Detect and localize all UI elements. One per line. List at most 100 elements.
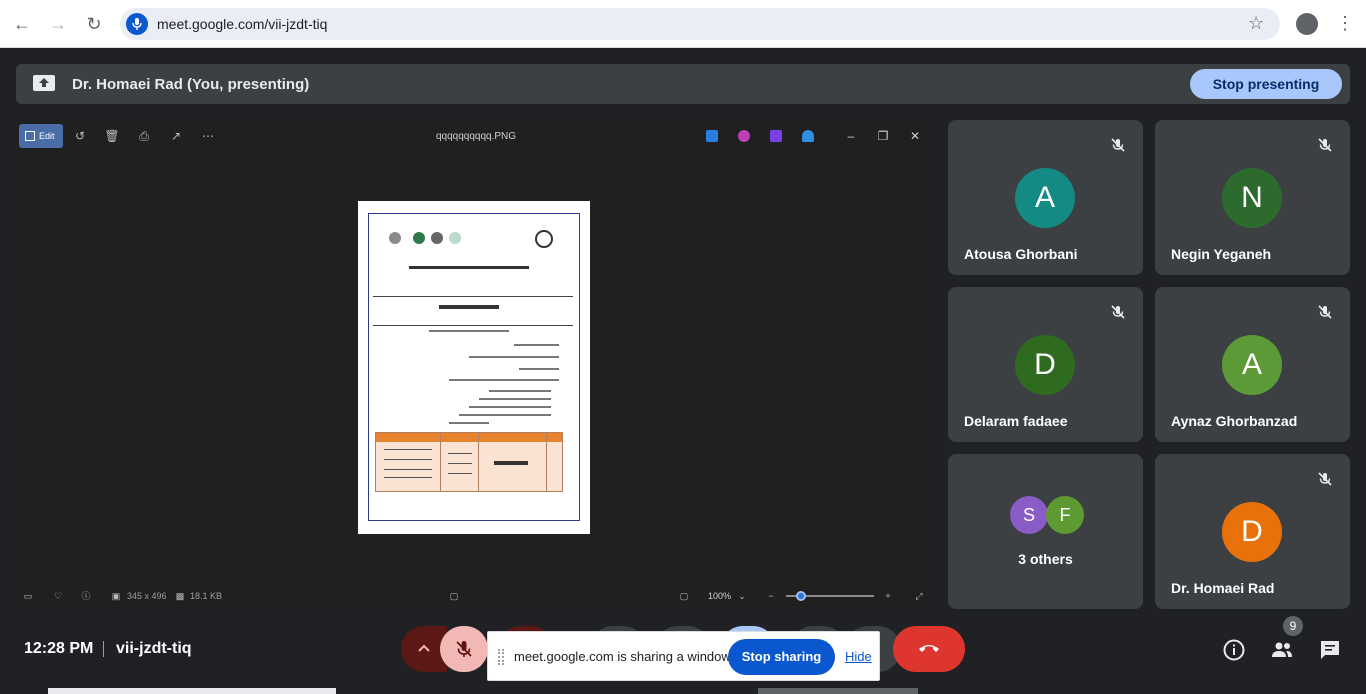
participant-tile[interactable]: D Delaram fadaee [948,287,1143,442]
doc-text-line [514,344,559,346]
photo-app-icon[interactable] [706,130,718,142]
doc-text-line [449,379,559,381]
file-name: qqqqqqqqqq.PNG [435,131,517,142]
url-text[interactable]: meet.google.com/vii-jzdt-tiq [157,16,327,32]
print-icon[interactable]: ⎙ [136,128,152,144]
reload-button[interactable]: ↻ [82,12,106,36]
doc-table-cell [448,473,472,474]
participant-tile-self[interactable]: D Dr. Homaei Rad [1155,454,1350,609]
doc-text-line [519,368,559,370]
participant-avatar: A [1015,168,1075,228]
forward-button[interactable]: → [46,12,70,36]
logo-4 [449,232,461,244]
hang-up-icon [919,645,939,652]
doc-text-line [469,406,551,408]
university-seal [535,230,553,248]
favorite-icon[interactable]: ♡ [52,590,64,602]
people-icon[interactable] [1270,638,1294,662]
profile-avatar-icon[interactable] [1296,13,1318,35]
participant-avatar: D [1222,502,1282,562]
doc-text-line [489,390,551,392]
zoom-slider-thumb[interactable] [796,591,806,601]
mic-off-icon [1105,299,1131,325]
mic-in-use-icon[interactable] [126,13,148,35]
chevron-down-icon[interactable]: ⌄ [736,590,748,602]
divider [103,641,104,657]
image-dimensions: 345 x 496 [127,591,167,601]
participant-avatar: F [1046,496,1084,534]
dimensions-icon: ▣ [111,591,121,601]
drag-handle-icon[interactable] [498,649,504,665]
logo-1 [389,232,401,244]
mic-off-icon [1312,299,1338,325]
clipchamp-icon[interactable] [738,130,750,142]
mic-off-icon [1312,466,1338,492]
select-area-icon[interactable]: ▢ [448,590,460,602]
doc-table-cell [448,463,472,464]
others-tile[interactable]: S F 3 others [948,454,1143,609]
shared-window: Edit ↺ 🗑 ⎙ ↗ ⋯ qqqqqqqqqq.PNG – ❐ ✕ ▭ ♡ … [16,120,932,608]
file-size: 18.1 KB [190,591,223,601]
bookmark-star-icon[interactable]: ☆ [1248,12,1264,34]
doc-table-cell [384,477,432,478]
hide-link[interactable]: Hide [845,649,872,664]
zoom-out-icon[interactable]: − [765,590,777,602]
designer-icon[interactable] [770,130,782,142]
viewer-status-bar: ▭ ♡ ⓘ ▣ 345 x 496 ▩ 18.1 KB ▢ ▢ 100% ⌄ −… [16,584,932,608]
zoom-select[interactable]: 100% [708,591,731,601]
participant-avatar: N [1222,168,1282,228]
meeting-time: 12:28 PM [24,640,94,657]
logo-2 [413,232,425,244]
participant-name: Delaram fadaee [964,413,1068,429]
participant-count-badge: 9 [1283,616,1303,636]
more-options-icon[interactable]: ⋯ [200,128,216,144]
participant-avatar: A [1222,335,1282,395]
doc-table-col [546,433,547,491]
fit-to-window-icon[interactable]: ▢ [678,590,690,602]
taskbar-strip [758,688,918,694]
browser-toolbar: ← → ↻ meet.google.com/vii-jzdt-tiq ☆ ⋮ [0,0,1366,48]
doc-table-cell [448,453,472,454]
edit-button[interactable]: Edit [19,124,63,148]
sharing-message: meet.google.com is sharing a window. [514,649,734,664]
leave-call-button[interactable] [893,626,965,672]
mic-off-icon [1312,132,1338,158]
chat-icon[interactable] [1318,638,1342,662]
mic-toggle-button[interactable] [440,626,488,672]
filmstrip-icon[interactable]: ▭ [22,590,34,602]
rotate-icon[interactable]: ↺ [72,128,88,144]
doc-text-line [469,356,559,358]
close-icon[interactable]: ✕ [907,128,923,144]
mic-off-icon [1105,132,1131,158]
presenting-banner: Dr. Homaei Rad (You, presenting) Stop pr… [16,64,1350,104]
browser-menu-icon[interactable]: ⋮ [1336,12,1354,34]
minimize-icon[interactable]: – [843,128,859,144]
stop-sharing-button[interactable]: Stop sharing [728,639,835,675]
meeting-code: vii-jzdt-tiq [116,640,192,657]
edit-label: Edit [39,131,55,141]
participant-name: Dr. Homaei Rad [1171,580,1275,596]
restore-icon[interactable]: ❐ [875,128,891,144]
meeting-info-icon[interactable] [1222,638,1246,662]
sharing-notification: meet.google.com is sharing a window. Sto… [487,631,880,681]
presenting-label: Dr. Homaei Rad (You, presenting) [72,76,310,93]
info-icon[interactable]: ⓘ [80,590,92,602]
participant-tile[interactable]: A Atousa Ghorbani [948,120,1143,275]
delete-icon[interactable]: 🗑 [104,128,120,144]
doc-text-line [479,398,551,400]
participant-tile[interactable]: A Aynaz Ghorbanzad [1155,287,1350,442]
zoom-in-icon[interactable]: + [882,590,894,602]
share-icon[interactable]: ↗ [168,128,184,144]
doc-table-cell [384,449,432,450]
back-button[interactable]: ← [10,12,34,36]
fullscreen-icon[interactable]: ⤢ [913,590,925,602]
doc-rule-1 [373,296,573,297]
stop-presenting-button[interactable]: Stop presenting [1190,69,1342,99]
onedrive-icon[interactable] [802,130,814,142]
address-bar[interactable]: meet.google.com/vii-jzdt-tiq [120,8,1280,40]
participant-name: Atousa Ghorbani [964,246,1078,262]
participant-tile[interactable]: N Negin Yeganeh [1155,120,1350,275]
participant-avatar: D [1015,335,1075,395]
participant-name: Negin Yeganeh [1171,246,1272,262]
doc-table-cell [494,461,528,465]
